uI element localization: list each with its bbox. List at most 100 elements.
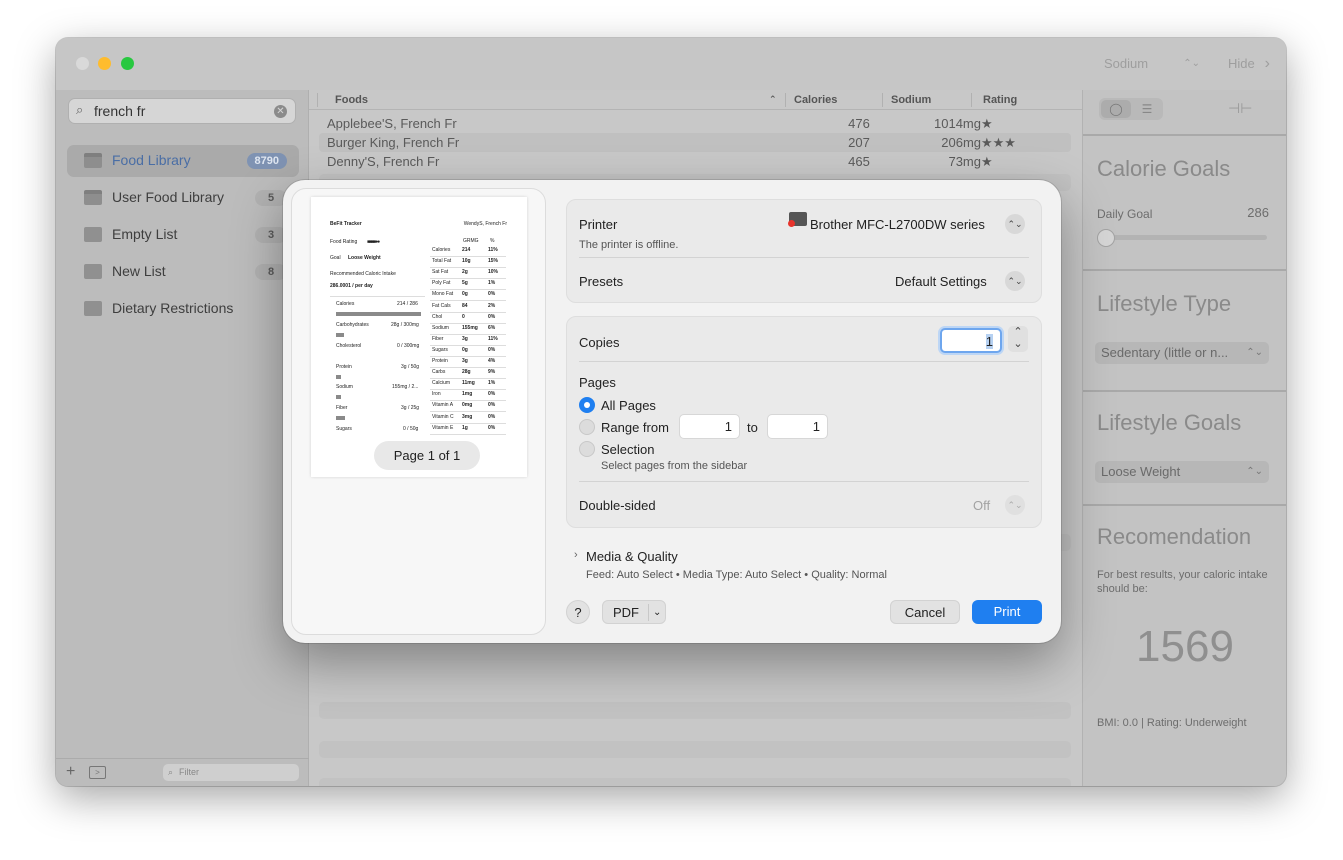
maximize-window-button[interactable] [121,57,134,70]
page-thumbnail[interactable]: BeFit Tracker WendyS, French Fr Food Rat… [311,197,527,477]
minimize-window-button[interactable] [98,57,111,70]
table-row[interactable]: Applebee'S, French Fr 476 1014mg ★ [319,114,1071,133]
search-icon: ⌕ [76,102,84,117]
selection-hint: Select pages from the sidebar [601,460,748,472]
hide-button[interactable]: Hide › [1218,51,1274,77]
double-sided-select[interactable]: Off [973,498,990,513]
preview-table-cell: 1g [462,424,468,431]
column-divider [971,93,972,107]
preview-table-rule [430,422,506,424]
all-pages-label: All Pages [601,398,656,413]
preview-table-rule [430,289,506,291]
preview-table-cell: 11mg [462,380,475,387]
clear-search-icon[interactable]: ✕ [274,105,287,118]
dumbbell-icon[interactable]: ⊣⊢ [1228,100,1252,117]
preview-table-cell: 0% [488,346,496,353]
preview-rec-label: Recommended Caloric Intake [330,271,396,277]
sidebar-item-empty-list[interactable]: Empty List 3 [67,219,299,251]
sidebar-item-dietary-restrictions[interactable]: Dietary Restrictions [67,293,299,325]
food-cell: Applebee'S, French Fr [327,116,457,131]
preview-left-value: 214 / 286 [397,301,418,307]
calories-cell: 476 [848,116,870,131]
column-divider [317,93,318,107]
lifestyle-goals-select[interactable]: Loose Weight ⌃⌄ [1095,461,1269,483]
range-end-input[interactable]: 1 [767,414,828,439]
preview-bar [336,395,341,399]
presets-select[interactable]: Default Settings [895,274,987,289]
preview-table-cell: 214 [462,247,471,253]
printer-select[interactable]: Brother MFC-L2700DW series [810,217,985,232]
print-button[interactable]: Print [972,600,1042,624]
column-header-rating[interactable]: Rating [983,94,1017,106]
daily-goal-slider-knob[interactable] [1097,229,1115,247]
bmi-text: BMI: 0.0 | Rating: Underweight [1097,717,1247,729]
range-radio[interactable] [579,419,595,435]
sort-ascending-icon: ⌃ [769,94,777,104]
preview-left-value: 0 / 50g [403,426,419,432]
preview-table-rule [430,411,506,413]
calories-cell: 207 [848,135,870,150]
chevron-updown-icon[interactable]: ⌃⌄ [1005,214,1025,234]
search-field[interactable]: ⌕ french fr ✕ [68,98,296,124]
rating-cell: ★ [981,116,993,131]
rating-cell: ★ [981,154,993,169]
preview-left-name: Protein [336,364,352,370]
search-input[interactable]: french fr [94,103,145,119]
list-icon[interactable]: ☰ [1133,100,1161,118]
sidebar-item-user-food-library[interactable]: User Food Library 5 [67,182,299,214]
selection-radio[interactable] [579,441,595,457]
sidebar-item-food-library[interactable]: Food Library 8790 [67,145,299,177]
pdf-menu-button[interactable]: PDF ⌄ [602,600,666,624]
cancel-button[interactable]: Cancel [890,600,960,624]
sidebar-item-new-list[interactable]: New List 8 [67,256,299,288]
copies-input[interactable]: 1 [940,328,1002,353]
disclosure-chevron-icon[interactable]: › [574,549,578,561]
folder-icon [84,264,102,279]
column-header-sodium[interactable]: Sodium [891,94,931,106]
help-button[interactable]: ? [566,600,590,624]
view-segmented-control[interactable]: ◯ ☰ [1099,98,1163,120]
copies-pages-group: Copies 1 ⌃ ⌄ Pages All Pages Range from 1… [566,316,1042,528]
daily-goal-slider-track[interactable] [1097,235,1267,240]
button-divider [648,604,649,621]
lifestyle-type-select[interactable]: Sedentary (little or n... ⌃⌄ [1095,342,1269,364]
table-row[interactable]: Denny'S, French Fr 465 73mg ★ [319,152,1071,171]
add-list-button[interactable]: + [66,763,75,781]
title-bar: Sodium ⌃⌄ Hide › [56,38,1286,90]
column-header-calories[interactable]: Calories [794,94,837,106]
column-header-foods[interactable]: Foods [335,94,368,106]
daily-goal-value: 286 [1247,205,1269,220]
preview-table-rule [430,433,506,435]
preview-table-cell: 0 [462,313,465,320]
preview-table-rule [430,267,506,269]
preview-table-cell: 3g [462,358,468,364]
preview-left-value: 0 / 300mg [397,343,420,349]
presets-label: Presets [579,274,624,289]
chevron-updown-icon[interactable]: ⌃⌄ [1005,495,1025,515]
preview-left-name: Fiber [336,405,348,411]
table-row[interactable]: Burger King, French Fr 207 206mg ★★★ [319,133,1071,152]
sidebar-toggle-icon[interactable]: > [89,766,106,779]
chevron-updown-icon[interactable]: ⌃⌄ [1005,271,1025,291]
ring-icon[interactable]: ◯ [1101,100,1131,118]
preview-left-name: Cholesterol [336,343,362,349]
copies-stepper[interactable]: ⌃ ⌄ [1008,326,1028,352]
goals-panel: ◯ ☰ ⊣⊢ Calorie Goals Daily Goal 286 Life… [1082,90,1286,786]
sort-select[interactable]: Sodium ⌃⌄ [1078,51,1208,77]
preview-table-cell: 0g [462,291,468,298]
page-indicator: Page 1 of 1 [374,441,480,470]
sidebar-item-label: Food Library [112,152,191,168]
filter-input[interactable]: Filter [179,767,199,777]
recommendation-title: Recomendation [1097,524,1252,549]
close-window-button[interactable] [76,57,89,70]
sodium-cell: 206mg [941,135,981,150]
food-cell: Denny'S, French Fr [327,154,440,169]
all-pages-radio[interactable] [579,397,595,413]
preview-table-cell: 0mg [462,402,473,409]
media-quality-disclosure[interactable]: Media & Quality [586,549,678,564]
lifestyle-type-value: Sedentary (little or n... [1101,345,1229,360]
media-quality-summary: Feed: Auto Select • Media Type: Auto Sel… [586,569,887,581]
range-start-input[interactable]: 1 [679,414,740,439]
chevron-right-icon: › [1264,55,1270,72]
filter-field[interactable]: ⌕ Filter [163,764,299,781]
